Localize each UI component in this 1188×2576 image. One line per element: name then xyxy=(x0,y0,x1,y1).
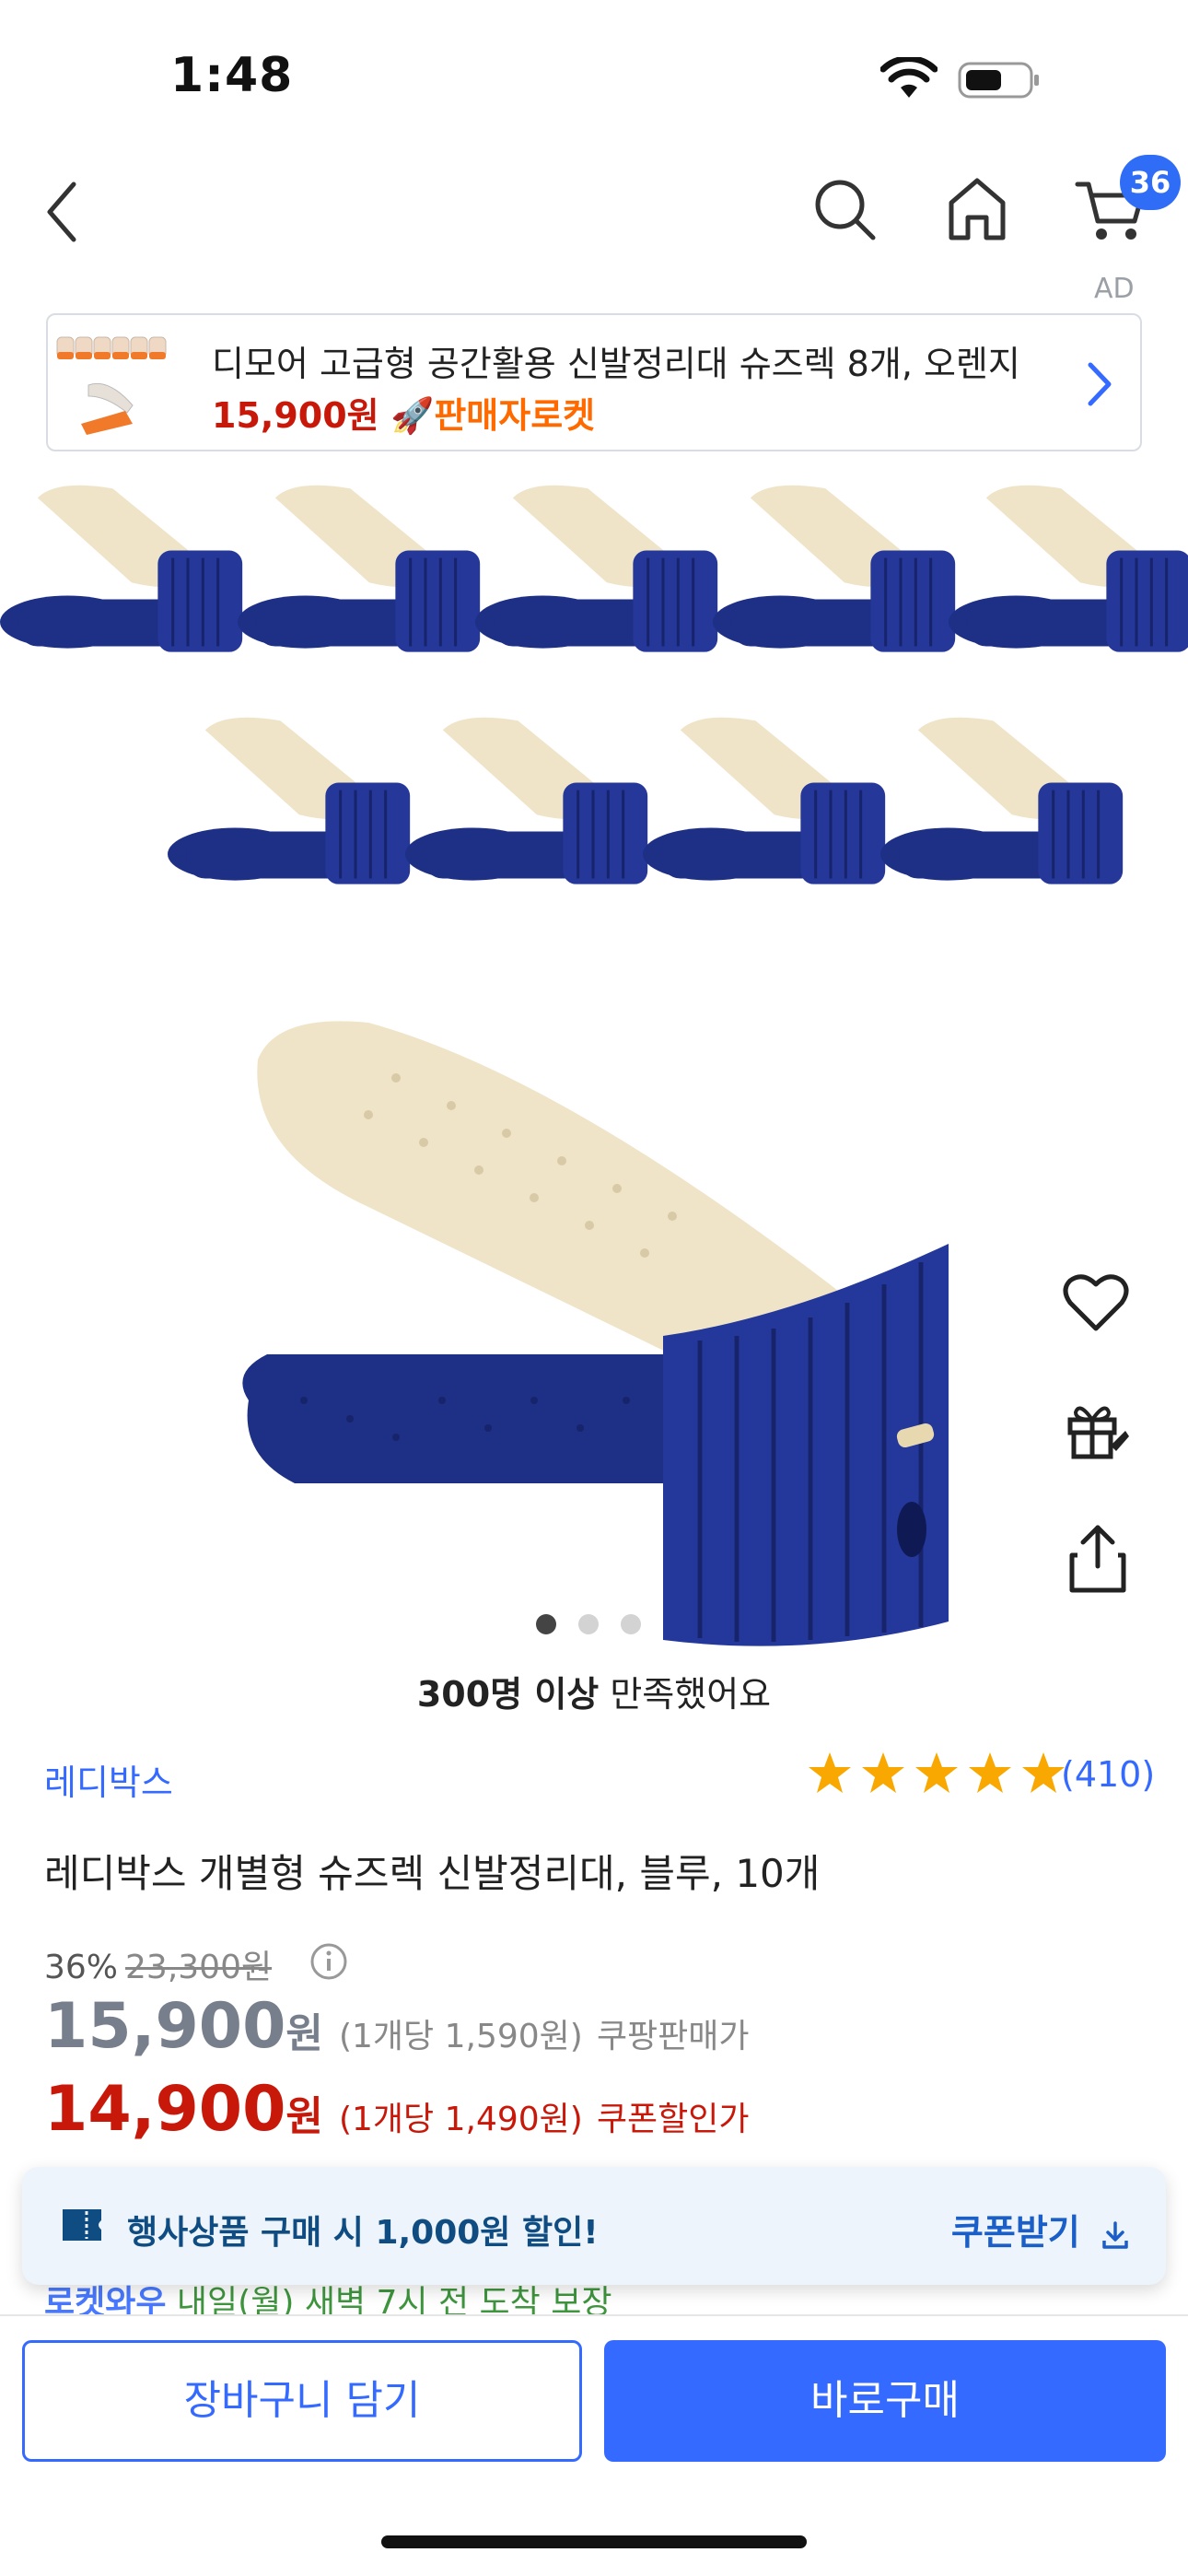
star-icon xyxy=(862,1752,905,1793)
share-icon[interactable] xyxy=(1065,1522,1131,1594)
back-arrow-icon[interactable] xyxy=(37,175,92,249)
info-icon[interactable] xyxy=(309,1942,348,1981)
wifi-icon xyxy=(880,57,938,98)
add-to-cart-button[interactable]: 장바구니 담기 xyxy=(22,2340,582,2462)
coupon-price-currency: 원 xyxy=(285,2093,323,2140)
discount-row: 36% 23,300원 xyxy=(44,1940,272,1988)
ad-price: 15,900원 xyxy=(212,395,379,436)
ad-product-thumbnail xyxy=(56,336,167,435)
cart-count-badge: 36 xyxy=(1120,155,1181,210)
sale-price-row: 15,900원 (1개당 1,590원) 쿠팡판매가 xyxy=(44,1990,750,2063)
sale-price-tag: 쿠팡판매가 xyxy=(596,2018,750,2055)
carousel-dots xyxy=(536,1614,663,1638)
discount-percent: 36% xyxy=(44,1949,119,1986)
satisfaction-text: 만족했어요 xyxy=(599,1674,772,1715)
heart-icon[interactable] xyxy=(1061,1270,1131,1334)
ad-banner[interactable]: 디모어 고급형 공간활용 신발정리대 슈즈렉 8개, 오렌지 15,900원 🚀… xyxy=(46,313,1142,451)
top-nav: 36 xyxy=(0,147,1188,267)
status-bar: 1:48 xyxy=(0,0,1188,138)
coupon-price-unit: (1개당 1,490원) xyxy=(338,2101,583,2138)
satisfaction-count: 300명 이상 xyxy=(416,1674,600,1715)
get-coupon-button[interactable]: 쿠폰받기 xyxy=(951,2204,1129,2254)
coupon-toast-text: 행사상품 구매 시 1,000원 할인! xyxy=(127,2214,599,2252)
seller-rocket-badge: 🚀판매자로켓 xyxy=(390,395,596,436)
sale-price-currency: 원 xyxy=(285,2010,323,2057)
star-icon xyxy=(969,1752,1012,1793)
coupon-price-row: 14,900원 (1개당 1,490원) 쿠폰할인가 xyxy=(44,2073,750,2146)
star-icon xyxy=(915,1752,959,1793)
star-icon xyxy=(1022,1752,1066,1793)
download-icon xyxy=(1102,2220,1128,2249)
carousel-dot[interactable] xyxy=(578,1614,599,1634)
coupon-toast[interactable]: 행사상품 구매 시 1,000원 할인! 쿠폰받기 xyxy=(22,2167,1166,2285)
buy-now-button[interactable]: 바로구매 xyxy=(604,2340,1166,2462)
product-thumbnail-row-2 xyxy=(166,716,1124,886)
satisfaction-summary: 300명 이상 만족했어요 xyxy=(0,1666,1188,1716)
get-coupon-label: 쿠폰받기 xyxy=(950,2212,1080,2253)
home-indicator[interactable] xyxy=(381,2535,807,2548)
star-rating[interactable] xyxy=(807,1751,1069,1798)
product-main-shoe-rack xyxy=(242,1021,949,1646)
chevron-right-icon xyxy=(1088,362,1112,406)
ad-label: AD xyxy=(1094,273,1135,305)
product-title: 레디박스 개별형 슈즈렉 신발정리대, 블루, 10개 xyxy=(44,1851,821,1896)
ad-title: 디모어 고급형 공간활용 신발정리대 슈즈렉 8개, 오렌지 xyxy=(212,344,1020,384)
carousel-dot-active[interactable] xyxy=(536,1614,556,1634)
status-time: 1:48 xyxy=(170,48,294,103)
search-icon[interactable] xyxy=(810,175,879,243)
product-image[interactable] xyxy=(0,470,1188,1649)
sale-price-amount: 15,900 xyxy=(44,1990,286,2063)
sale-price-unit: (1개당 1,590원) xyxy=(338,2018,583,2055)
star-icon xyxy=(809,1752,851,1793)
original-price: 23,300원 xyxy=(125,1949,273,1986)
battery-icon xyxy=(958,62,1039,99)
carousel-dot[interactable] xyxy=(621,1614,641,1634)
coupon-icon xyxy=(63,2209,101,2241)
coupon-price-tag: 쿠폰할인가 xyxy=(596,2101,750,2138)
coupon-price-amount: 14,900 xyxy=(44,2073,286,2146)
product-thumbnail-row-1 xyxy=(0,484,1188,654)
home-icon[interactable] xyxy=(944,173,1010,245)
brand-link[interactable]: 레디박스 xyxy=(44,1754,173,1805)
review-count[interactable]: (410) xyxy=(1061,1754,1155,1795)
gift-icon[interactable] xyxy=(1063,1396,1131,1460)
